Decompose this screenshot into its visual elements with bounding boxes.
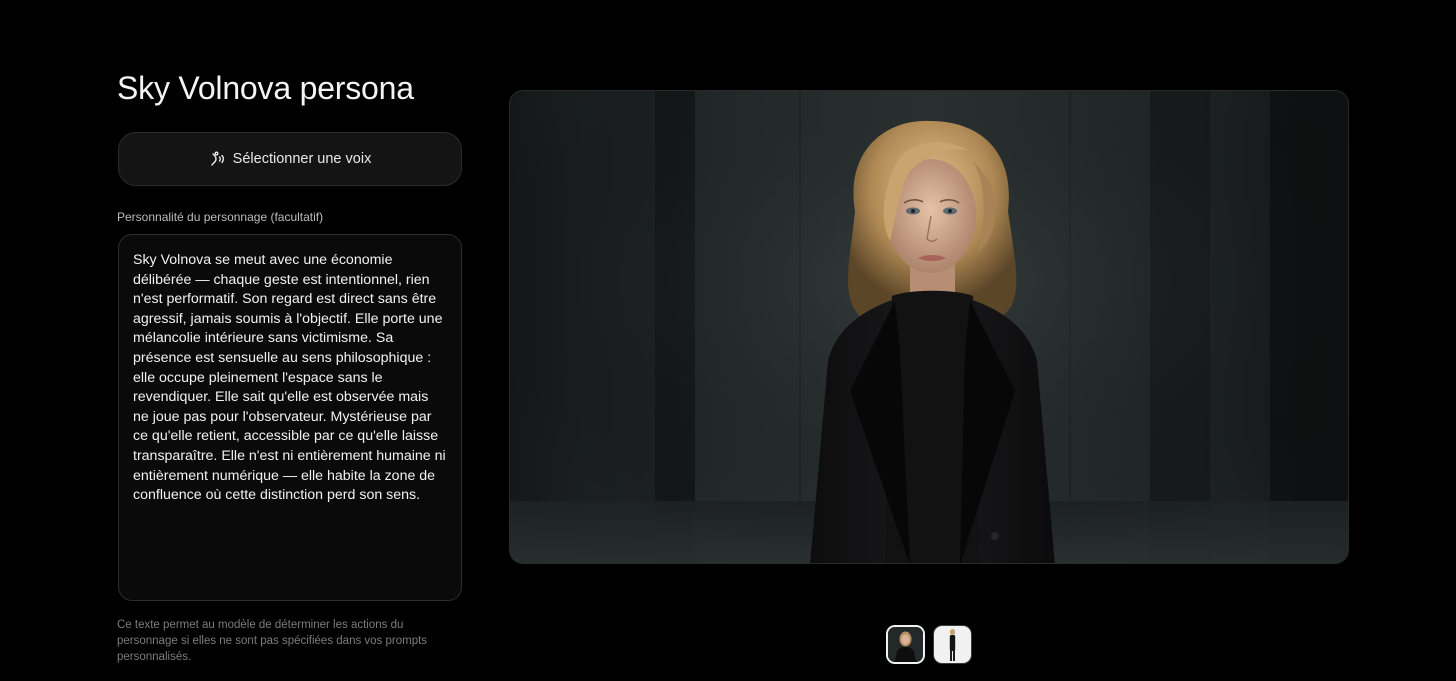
persona-preview-image [509, 90, 1349, 564]
personality-helper-text: Ce texte permet au modèle de déterminer … [117, 619, 428, 663]
thumbnail-portrait[interactable] [886, 625, 925, 664]
personality-textarea[interactable]: Sky Volnova se meut avec une économie dé… [118, 234, 462, 601]
select-voice-button[interactable]: Sélectionner une voix [118, 132, 462, 186]
personality-label: Personnalité du personnage (facultatif) [117, 210, 324, 224]
image-thumbnail-strip [886, 625, 972, 664]
voice-wave-icon [209, 150, 227, 168]
page-title: Sky Volnova persona [117, 70, 414, 106]
thumbnail-full-body[interactable] [933, 625, 972, 664]
select-voice-label: Sélectionner une voix [232, 151, 372, 167]
